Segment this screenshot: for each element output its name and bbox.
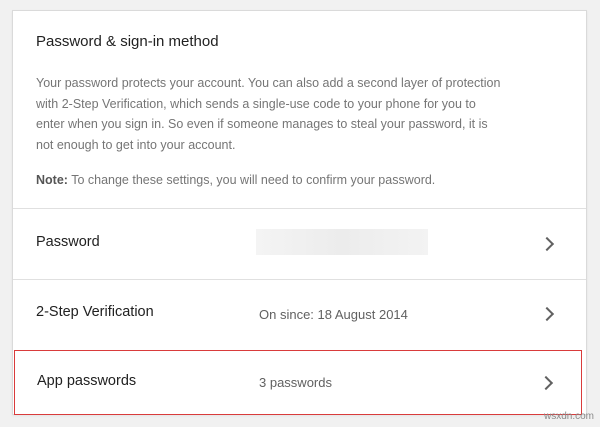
app-passwords-count: 3 passwords	[259, 375, 332, 390]
password-row-label: Password	[36, 234, 100, 250]
chevron-right-icon	[539, 306, 555, 322]
chevron-right-icon	[539, 236, 555, 252]
app-passwords-row[interactable]: App passwords 3 passwords	[14, 350, 582, 415]
note-text: To change these settings, you will need …	[67, 173, 436, 187]
app-passwords-label: App passwords	[37, 373, 137, 389]
password-row[interactable]: Password	[13, 209, 586, 279]
two-step-verification-label: 2-Step Verification	[36, 304, 154, 320]
two-step-verification-status: On since: 18 August 2014	[259, 307, 408, 322]
section-description: Your password protects your account. You…	[36, 76, 501, 152]
two-step-verification-row[interactable]: 2-Step Verification On since: 18 August …	[13, 280, 586, 350]
password-value-redacted	[256, 229, 428, 255]
section-title: Password & sign-in method	[36, 33, 219, 50]
chevron-right-icon	[538, 375, 554, 391]
password-signin-card: Password & sign-in method Your password …	[12, 10, 587, 415]
watermark: wsxdn.com	[543, 411, 594, 422]
note-label: Note:	[36, 173, 68, 187]
section-note: Note: To change these settings, you will…	[36, 170, 435, 190]
